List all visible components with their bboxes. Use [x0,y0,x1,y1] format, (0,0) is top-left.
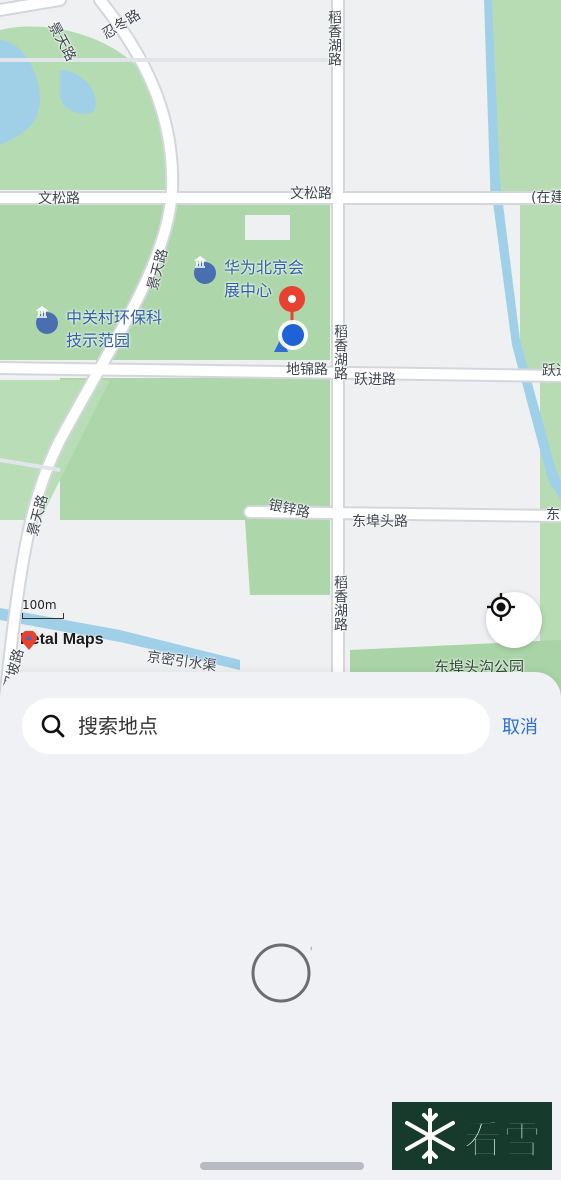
map-attribution: Petal Maps [20,631,104,650]
snowflake-icon [404,1108,455,1164]
road-label: 稻香湖路 [332,575,348,631]
scale-label: 100m [22,598,57,612]
watermark-logo: 看雪 [392,1102,552,1170]
map-scale: 100m [22,598,64,619]
scale-bar [22,613,64,619]
search-row: 取消 [22,698,542,754]
road-label: 地锦路 [286,362,328,378]
poi-label: 华为北京会展中心 [224,258,305,300]
my-location-button[interactable] [486,592,542,648]
road-label: 东 [546,507,560,523]
poi-huawei-exhibition-center[interactable]: 华为北京会展中心 [194,256,304,302]
search-input[interactable] [78,714,458,738]
watermark-text: 看雪 [463,1117,542,1162]
building-icon [36,306,58,334]
poi-zhongguancun-park[interactable]: 中关村环保科技示范园 [36,306,162,352]
screen: 景天路 忍冬路 稻香湖路 文松路 文松路 (在建 景天路 稻香湖路 地锦路 跃进… [0,0,561,1180]
search-panel: 取消 看雪 [0,672,561,1180]
petal-maps-logo-icon [21,631,37,650]
road-label: 跃进 [542,363,561,379]
map-view[interactable]: 景天路 忍冬路 稻香湖路 文松路 文松路 (在建 景天路 稻香湖路 地锦路 跃进… [0,0,561,700]
road-label: 稻香湖路 [332,324,348,380]
cancel-button[interactable]: 取消 [502,713,538,739]
poi-label: 中关村环保科技示范园 [66,308,163,350]
building-icon [194,256,216,284]
road-label: 东埠头路 [352,514,408,530]
road-label: 文松路 [290,186,332,202]
road-label: 稻香湖路 [326,10,342,66]
home-indicator[interactable] [200,1162,364,1170]
loading-spinner-icon [251,943,312,1003]
crosshair-icon [487,593,515,621]
search-icon [41,714,65,738]
road-label: (在建 [531,190,561,206]
road-label: 文松路 [38,191,80,207]
search-box[interactable] [22,698,490,754]
road-label: 跃进路 [354,372,396,388]
